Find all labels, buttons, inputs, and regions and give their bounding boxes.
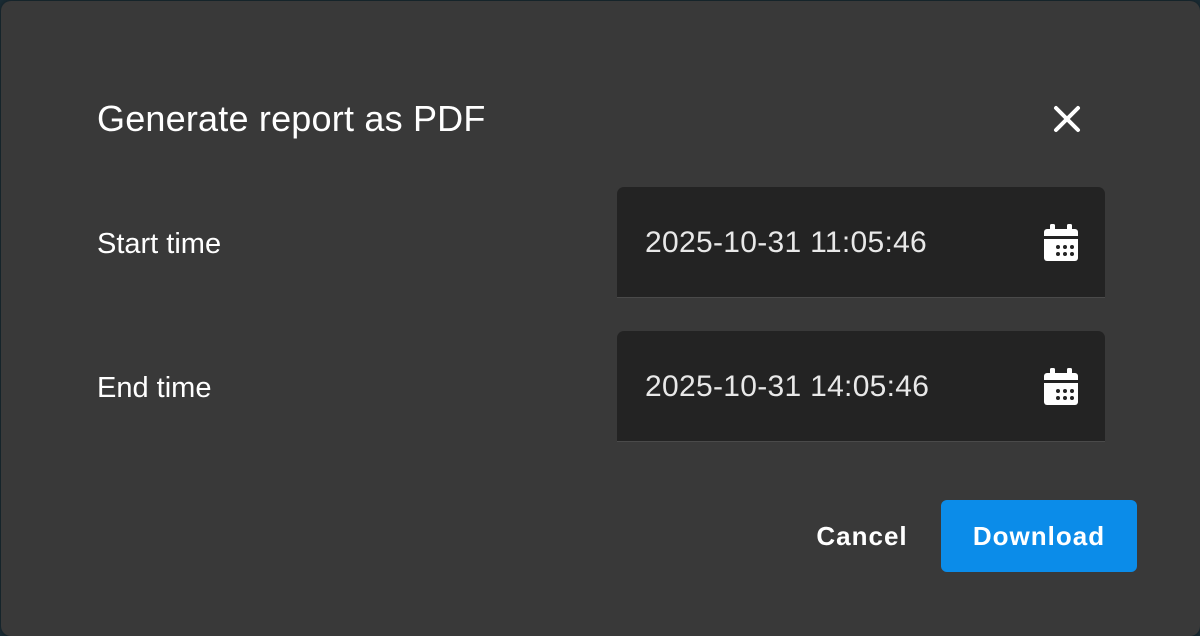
start-time-label: Start time <box>97 228 222 260</box>
download-button[interactable]: Download <box>941 500 1137 572</box>
start-time-field[interactable]: 2025-10-31 11:05:46 <box>617 187 1105 298</box>
cancel-button[interactable]: Cancel <box>801 500 923 572</box>
end-time-field[interactable]: 2025-10-31 14:05:46 <box>617 331 1105 442</box>
generate-report-dialog: Generate report as PDF Start time 2025-1… <box>1 1 1200 636</box>
calendar-icon[interactable] <box>1042 367 1080 407</box>
start-time-value[interactable]: 2025-10-31 11:05:46 <box>645 225 927 261</box>
end-time-value[interactable]: 2025-10-31 14:05:46 <box>645 369 929 405</box>
close-icon <box>1054 106 1080 132</box>
calendar-icon[interactable] <box>1042 223 1080 263</box>
dialog-title: Generate report as PDF <box>97 98 486 139</box>
close-button[interactable] <box>1045 97 1089 141</box>
end-time-label: End time <box>97 372 212 404</box>
